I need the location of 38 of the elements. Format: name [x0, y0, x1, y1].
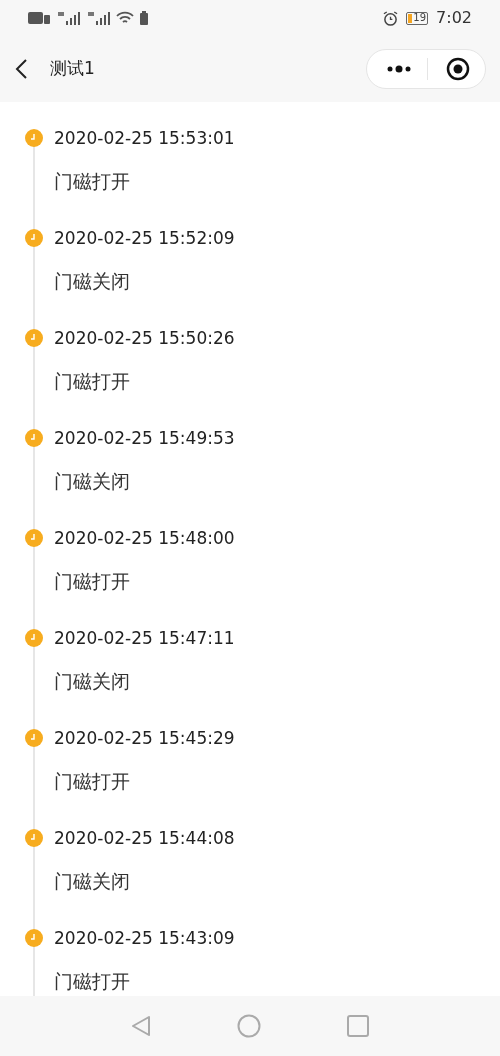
event-label: 门磁关闭 — [54, 269, 131, 294]
more-icon[interactable] — [387, 65, 411, 73]
alarm-icon — [383, 10, 399, 26]
clock: 7:02 — [436, 7, 472, 29]
event-time: 2020-02-25 15:44:08 — [54, 827, 236, 850]
clock-icon — [25, 529, 43, 547]
event-label: 门磁打开 — [54, 169, 131, 194]
battery-saver-icon — [140, 11, 148, 25]
event-label: 门磁关闭 — [54, 469, 131, 494]
event-time: 2020-02-25 15:43:09 — [54, 927, 236, 950]
page-title: 测试1 — [50, 57, 95, 81]
clock-icon — [25, 829, 43, 847]
event-time: 2020-02-25 15:45:29 — [54, 727, 236, 750]
signal-icon — [86, 11, 110, 25]
wifi-icon — [116, 11, 134, 25]
event-label: 门磁打开 — [54, 569, 131, 594]
clock-icon — [25, 229, 43, 247]
close-icon[interactable] — [446, 57, 470, 81]
signal-icon — [56, 11, 80, 25]
clock-icon — [25, 729, 43, 747]
battery-indicator: 19 — [406, 11, 429, 25]
clock-icon — [25, 129, 43, 147]
event-label: 门磁打开 — [54, 369, 131, 394]
event-time: 2020-02-25 15:48:00 — [54, 527, 236, 550]
event-time: 2020-02-25 15:47:11 — [54, 627, 236, 650]
event-time: 2020-02-25 15:52:09 — [54, 227, 236, 250]
event-label: 门磁打开 — [54, 969, 131, 994]
event-time: 2020-02-25 15:50:26 — [54, 327, 236, 350]
event-label: 门磁关闭 — [54, 869, 131, 894]
event-label: 门磁打开 — [54, 769, 131, 794]
clock-icon — [25, 429, 43, 447]
event-time: 2020-02-25 15:49:53 — [54, 427, 236, 450]
event-time: 2020-02-25 15:53:01 — [54, 127, 236, 150]
clock-icon — [25, 929, 43, 947]
event-label: 门磁关闭 — [54, 669, 131, 694]
back-icon[interactable] — [14, 58, 30, 80]
clock-icon — [25, 329, 43, 347]
clock-icon — [25, 629, 43, 647]
